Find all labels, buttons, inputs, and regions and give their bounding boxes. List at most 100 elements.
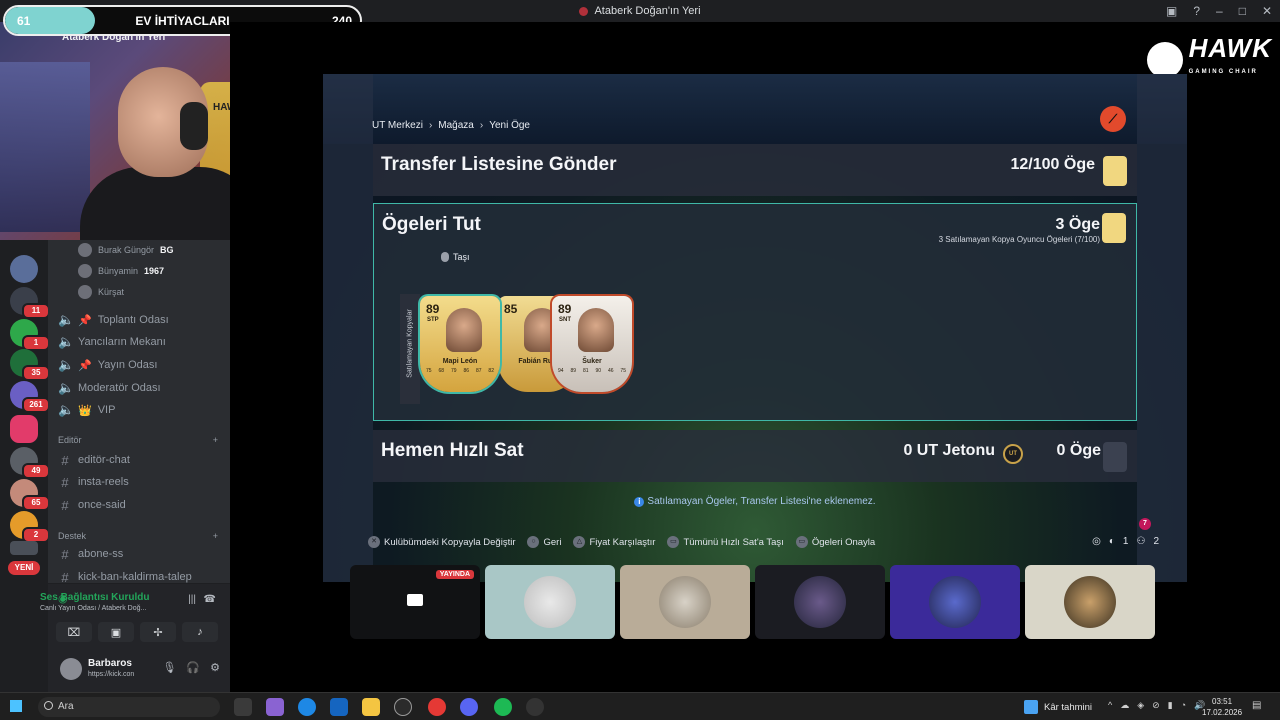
voice-user[interactable]: Bünyamin 1967: [78, 262, 164, 280]
system-tray: ^ ☁ ◈ ⊘ ▮ ◔ 🔊: [1108, 700, 1205, 711]
copilot-icon[interactable]: [266, 698, 284, 716]
gear-icon[interactable]: ⚙: [210, 661, 220, 674]
add-channel-icon[interactable]: +: [213, 435, 218, 445]
chevron-right-icon: ›: [479, 120, 484, 131]
close-button[interactable]: ✕: [1262, 4, 1272, 18]
inbox-icon[interactable]: ▣: [1166, 4, 1177, 18]
app-icon[interactable]: ◈: [1137, 700, 1144, 711]
mute-icon[interactable]: ⊘: [1152, 700, 1160, 711]
edge-icon[interactable]: [298, 698, 316, 716]
avatar: [794, 576, 846, 628]
spotify-icon[interactable]: [494, 698, 512, 716]
voice-user-tag: 1967: [144, 266, 165, 276]
volume-icon: ◐: [1108, 536, 1115, 547]
obs-icon[interactable]: [526, 698, 544, 716]
microphone-icon[interactable]: 🎙: [162, 661, 176, 674]
headphones-icon[interactable]: 🎧: [186, 661, 200, 674]
notifications-icon[interactable]: ▤: [1252, 700, 1261, 711]
hawk-tagline: GAMING CHAIR: [1188, 69, 1258, 75]
taskbar-clock[interactable]: 03:51 17.02.2026: [1202, 696, 1242, 718]
minimize-button[interactable]: –: [1216, 4, 1223, 18]
move-hint[interactable]: Taşı: [441, 252, 470, 262]
hint-label: Tümünü Hızlı Sat'a Taşı: [683, 536, 784, 548]
battery-icon[interactable]: ▮: [1168, 700, 1173, 711]
speaker-icon: 🔈: [58, 357, 75, 372]
chevron-up-icon[interactable]: ^: [1108, 700, 1112, 711]
text-channel[interactable]: # insta-reels: [58, 472, 128, 492]
cross-button-icon: ✕: [368, 536, 380, 548]
text-channel[interactable]: # abone-ss: [58, 544, 123, 564]
hint-replace[interactable]: ✕ Kulübümdeki Kopyayla Değiştir: [368, 536, 515, 548]
xbox-icon[interactable]: [394, 698, 412, 716]
disconnect-icon[interactable]: ☎: [204, 594, 216, 605]
triangle-button-icon: △: [573, 536, 586, 548]
voice-user[interactable]: Burak Güngör BG: [78, 241, 174, 259]
quick-sell-option[interactable]: Hemen Hızlı Sat 0 UT Jetonu UT 0 Öge: [373, 430, 1137, 482]
screen-share-button[interactable]: ▣: [98, 622, 134, 642]
voice-channel[interactable]: 🔈 Yancıların Mekanı: [58, 332, 166, 352]
user-panel: Barbaros https://kick.con 🎙 🎧 ⚙: [48, 647, 230, 692]
voice-channel[interactable]: 🔈 👑 VIP: [58, 400, 115, 420]
voice-channel[interactable]: 🔈 📌 Toplantı Odası: [58, 310, 169, 330]
speaker-icon: 🔈: [58, 402, 75, 417]
hint-back[interactable]: ○ Geri: [527, 536, 561, 548]
camera-off-button[interactable]: ⌧: [56, 622, 92, 642]
weather-widget[interactable]: Kâr tahmini: [1024, 700, 1092, 714]
help-icon[interactable]: ?: [1193, 4, 1200, 18]
stream-tile[interactable]: YAYINDA: [350, 565, 480, 639]
text-channel[interactable]: # editör-chat: [58, 450, 130, 470]
noise-suppression-icon[interactable]: |||: [188, 594, 196, 605]
activities-button[interactable]: ✢: [140, 622, 176, 642]
wifi-icon[interactable]: ◔: [1181, 700, 1186, 711]
hint-compare-price[interactable]: △ Fiyat Karşılaştır: [573, 536, 655, 548]
server-folder-icon[interactable]: [10, 541, 38, 555]
ea-fc-logo: ⟋: [1100, 106, 1126, 132]
add-channel-icon[interactable]: +: [213, 531, 218, 541]
card-stat: 46: [607, 368, 614, 374]
text-channel[interactable]: # once-said: [58, 495, 125, 515]
avatar[interactable]: [60, 658, 82, 680]
window-controls: ▣ ? – □ ✕: [1166, 0, 1272, 22]
player-face: [578, 308, 614, 352]
chrome-icon[interactable]: [428, 698, 446, 716]
game-status: 7 ◎ ◐ 1 ⚇ 2: [1092, 518, 1159, 547]
participant-tile[interactable]: [1025, 565, 1155, 639]
new-badge: YENİ: [8, 561, 40, 575]
participant-tile[interactable]: [755, 565, 885, 639]
card-stat: 89: [570, 368, 577, 374]
taskbar-search[interactable]: Ara: [38, 697, 220, 717]
mail-icon[interactable]: [330, 698, 348, 716]
breadcrumb-item[interactable]: UT Merkezi: [372, 120, 423, 131]
move-label: Taşı: [453, 252, 470, 262]
hint-move-all-quicksell[interactable]: ▭ Tümünü Hızlı Sat'a Taşı: [667, 536, 784, 548]
channel-prefix: 📌: [78, 314, 92, 327]
people-icon: ⚇: [1136, 536, 1146, 547]
cloud-icon[interactable]: ☁: [1120, 700, 1129, 711]
server-icon[interactable]: [10, 415, 38, 443]
voice-channel[interactable]: 🔈 Moderatör Odası: [58, 378, 161, 398]
breadcrumb-item[interactable]: Mağaza: [438, 120, 474, 131]
player-card[interactable]: 89 SNT Šuker 94 89 81 90 46 75: [552, 296, 632, 392]
clock-date: 17.02.2026: [1202, 708, 1243, 717]
category-destek[interactable]: Destek +: [58, 531, 218, 541]
user-status: https://kick.con: [88, 671, 135, 678]
hint-confirm-items[interactable]: ▭ Ögeleri Onayla: [795, 536, 875, 548]
player-card-selected[interactable]: 89 STP Mapi León 75 68 79 86 87 82: [420, 296, 500, 392]
voice-user[interactable]: Kürşat: [78, 283, 124, 301]
keep-items-option[interactable]: Ögeleri Tut 3 Öge 3 Satılamayan Kopya Oy…: [373, 203, 1137, 421]
task-view-icon[interactable]: [234, 698, 252, 716]
category-editor[interactable]: Editör +: [58, 435, 218, 445]
card-rating: 89: [558, 302, 572, 316]
windows-start-icon[interactable]: [10, 700, 22, 712]
server-icon[interactable]: [10, 255, 38, 283]
soundboard-button[interactable]: ♪: [182, 622, 218, 642]
participant-tile[interactable]: [485, 565, 615, 639]
voice-channel[interactable]: 🔈 📌 Yayın Odası: [58, 355, 157, 375]
file-explorer-icon[interactable]: [362, 698, 380, 716]
discord-icon[interactable]: [460, 698, 478, 716]
participant-tile[interactable]: [890, 565, 1020, 639]
participant-tile[interactable]: [620, 565, 750, 639]
chevron-right-icon: ›: [428, 120, 433, 131]
transfer-list-option[interactable]: Transfer Listesine Gönder 12/100 Öge: [373, 144, 1137, 196]
maximize-button[interactable]: □: [1239, 4, 1246, 18]
